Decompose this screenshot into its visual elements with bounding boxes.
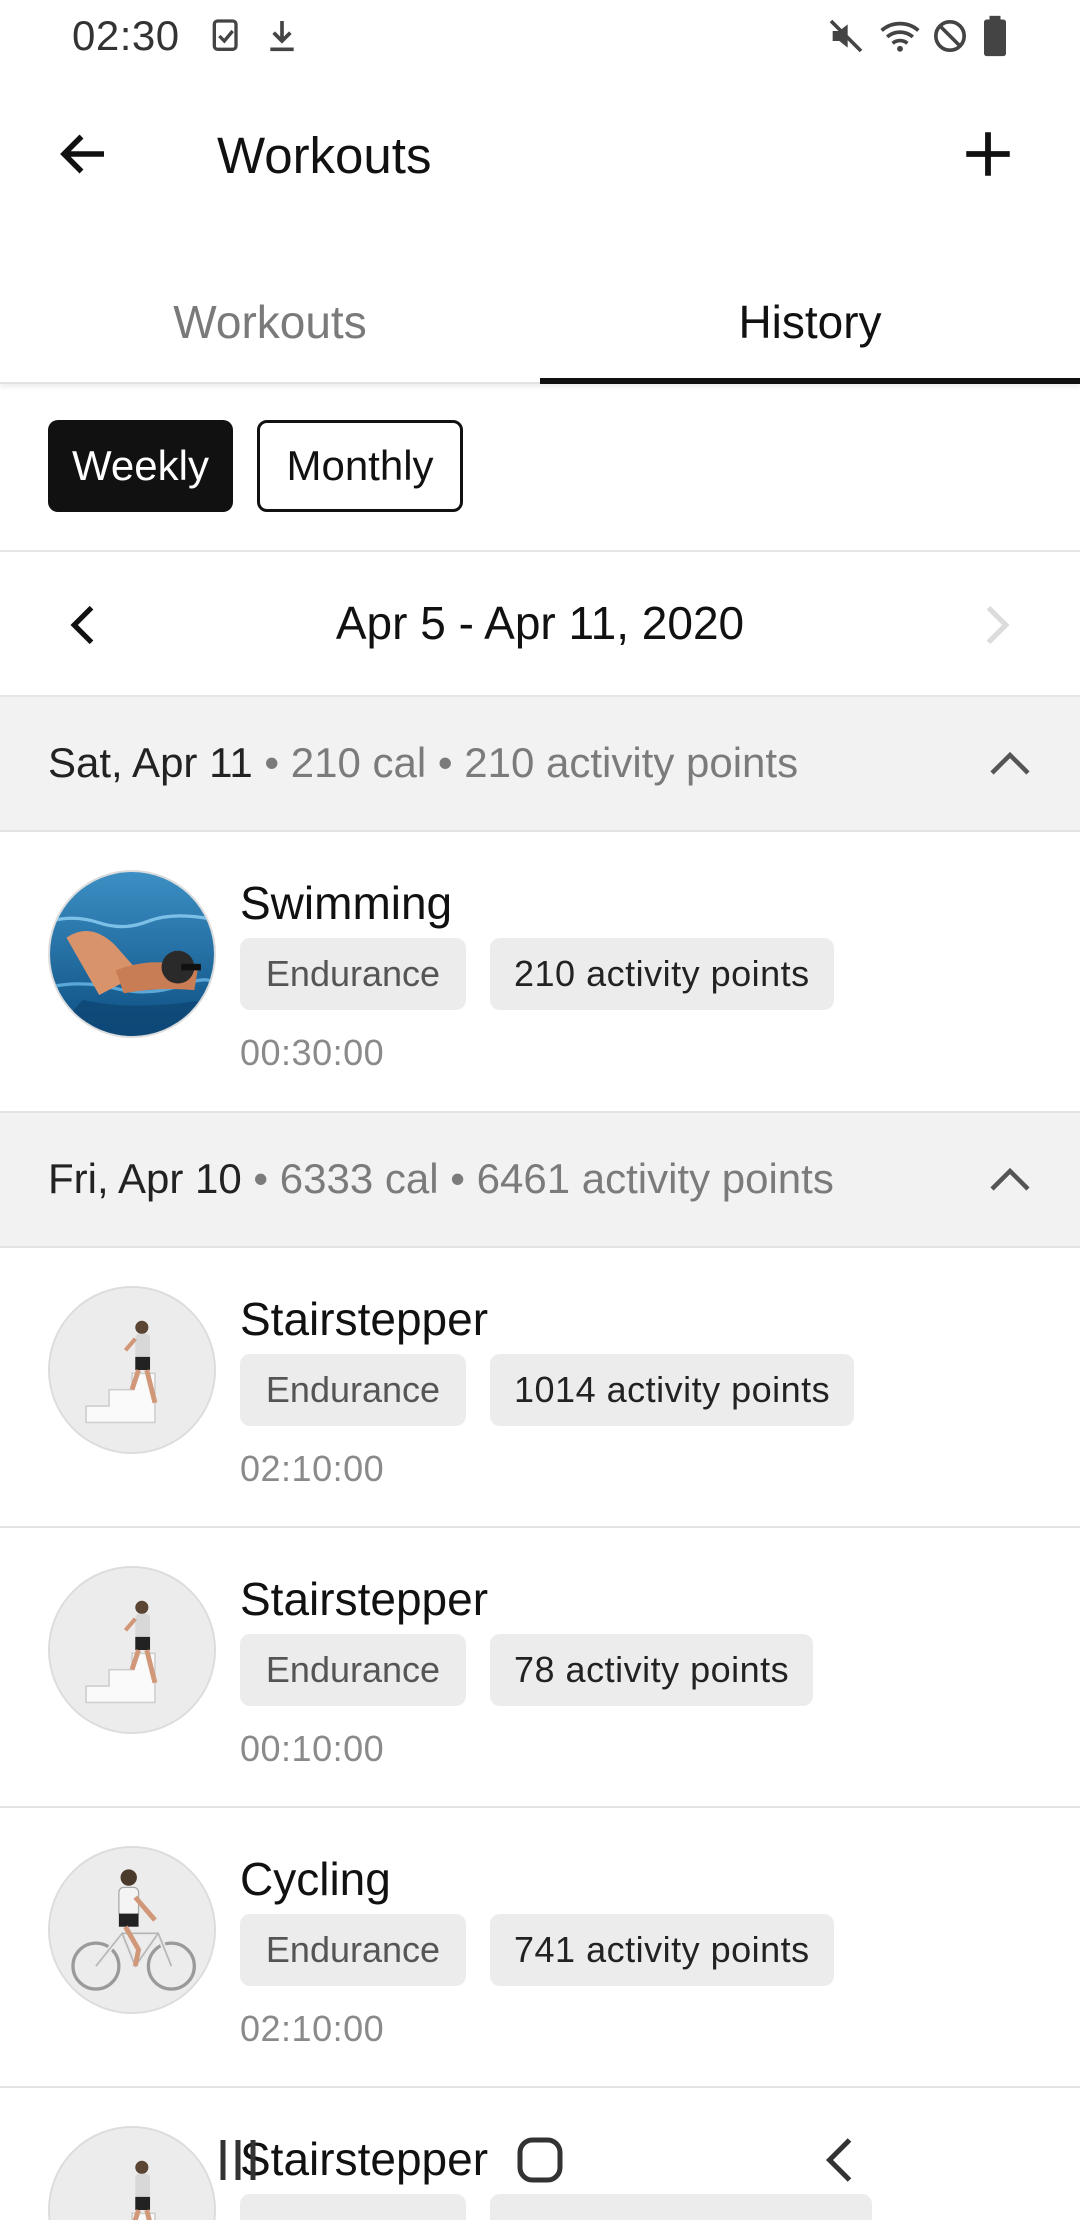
back-button[interactable]	[44, 114, 124, 194]
system-back-button[interactable]	[802, 2120, 882, 2200]
workout-duration: 02:10:00	[240, 1448, 385, 1489]
workout-name: Stairstepper	[240, 1573, 489, 1625]
workout-name: Stairstepper	[240, 1293, 489, 1345]
screen: 02:30 Workouts Workouts History Weekly M…	[0, 0, 1080, 2220]
add-workout-button[interactable]	[948, 114, 1028, 194]
app-bar: Workouts	[0, 72, 1080, 242]
recents-button[interactable]	[198, 2120, 278, 2200]
workout-image	[48, 1286, 216, 1454]
activity-points-tag: 78 activity points	[490, 1634, 814, 1706]
download-icon	[262, 14, 302, 58]
day-stats: • 6333 cal • 6461 activity points	[241, 1155, 834, 1202]
workout-row[interactable]: Stairstepper Endurance 78 activity point…	[0, 1528, 1080, 1808]
blocked-icon	[930, 14, 970, 58]
workout-type-tag: Endurance	[240, 938, 466, 1010]
day-label: Sat, Apr 11	[48, 739, 253, 786]
day-header[interactable]: Sat, Apr 11 • 210 cal • 210 activity poi…	[0, 697, 1080, 832]
chevron-up-icon	[990, 751, 1030, 775]
collapse-button[interactable]	[970, 1145, 1050, 1215]
workout-type-tag: Endurance	[240, 1634, 466, 1706]
workout-name: Cycling	[240, 1853, 391, 1905]
day-summary: Fri, Apr 10 • 6333 cal • 6461 activity p…	[48, 1155, 834, 1203]
date-navigator: Apr 5 - Apr 11, 2020	[0, 552, 1080, 697]
status-bar: 02:30	[0, 0, 1080, 72]
workout-image	[48, 1846, 216, 2014]
day-stats: • 210 cal • 210 activity points	[252, 739, 799, 786]
home-icon	[517, 2137, 563, 2183]
workout-duration: 00:10:00	[240, 1728, 385, 1769]
workout-type-tag: Endurance	[240, 1354, 466, 1426]
day-header[interactable]: Fri, Apr 10 • 6333 cal • 6461 activity p…	[0, 1113, 1080, 1248]
workout-duration: 00:30:00	[240, 1032, 385, 1073]
date-range: Apr 5 - Apr 11, 2020	[335, 597, 745, 649]
battery-icon	[980, 14, 1010, 58]
period-filter: Weekly Monthly	[0, 384, 1080, 552]
system-nav-bar	[0, 2100, 1080, 2220]
workout-row[interactable]: Swimming Endurance 210 activity points 0…	[0, 832, 1080, 1113]
recents-icon	[220, 2140, 256, 2180]
tab-history[interactable]: History	[540, 262, 1080, 382]
tab-workouts[interactable]: Workouts	[0, 262, 540, 382]
chevron-up-icon	[990, 1167, 1030, 1191]
workout-image	[48, 1566, 216, 1734]
workout-duration: 02:10:00	[240, 2008, 385, 2049]
mute-icon	[826, 14, 866, 58]
monthly-chip[interactable]: Monthly	[257, 420, 463, 512]
chevron-right-icon	[986, 605, 1010, 645]
day-label: Fri, Apr 10	[48, 1155, 242, 1202]
collapse-button[interactable]	[970, 729, 1050, 799]
weekly-chip[interactable]: Weekly	[48, 420, 233, 512]
page-title: Workouts	[217, 127, 432, 184]
next-week-button[interactable]	[960, 590, 1030, 660]
workout-name: Swimming	[240, 877, 453, 929]
day-summary: Sat, Apr 11 • 210 cal • 210 activity poi…	[48, 739, 798, 787]
wifi-icon	[876, 14, 924, 58]
workout-image	[48, 870, 216, 1038]
task-icon	[206, 14, 246, 58]
workout-type-tag: Endurance	[240, 1914, 466, 1986]
activity-points-tag: 1014 activity points	[490, 1354, 855, 1426]
arrow-back-icon	[60, 134, 104, 174]
activity-points-tag: 741 activity points	[490, 1914, 834, 1986]
home-button[interactable]	[500, 2120, 580, 2200]
plus-icon	[966, 132, 1010, 176]
workout-row[interactable]: Cycling Endurance 741 activity points 02…	[0, 1808, 1080, 2088]
workout-row[interactable]: Stairstepper Endurance 1014 activity poi…	[0, 1248, 1080, 1528]
status-time: 02:30	[72, 12, 180, 59]
activity-points-tag: 210 activity points	[490, 938, 834, 1010]
tab-bar: Workouts History	[0, 262, 1080, 384]
back-icon	[825, 2138, 852, 2182]
